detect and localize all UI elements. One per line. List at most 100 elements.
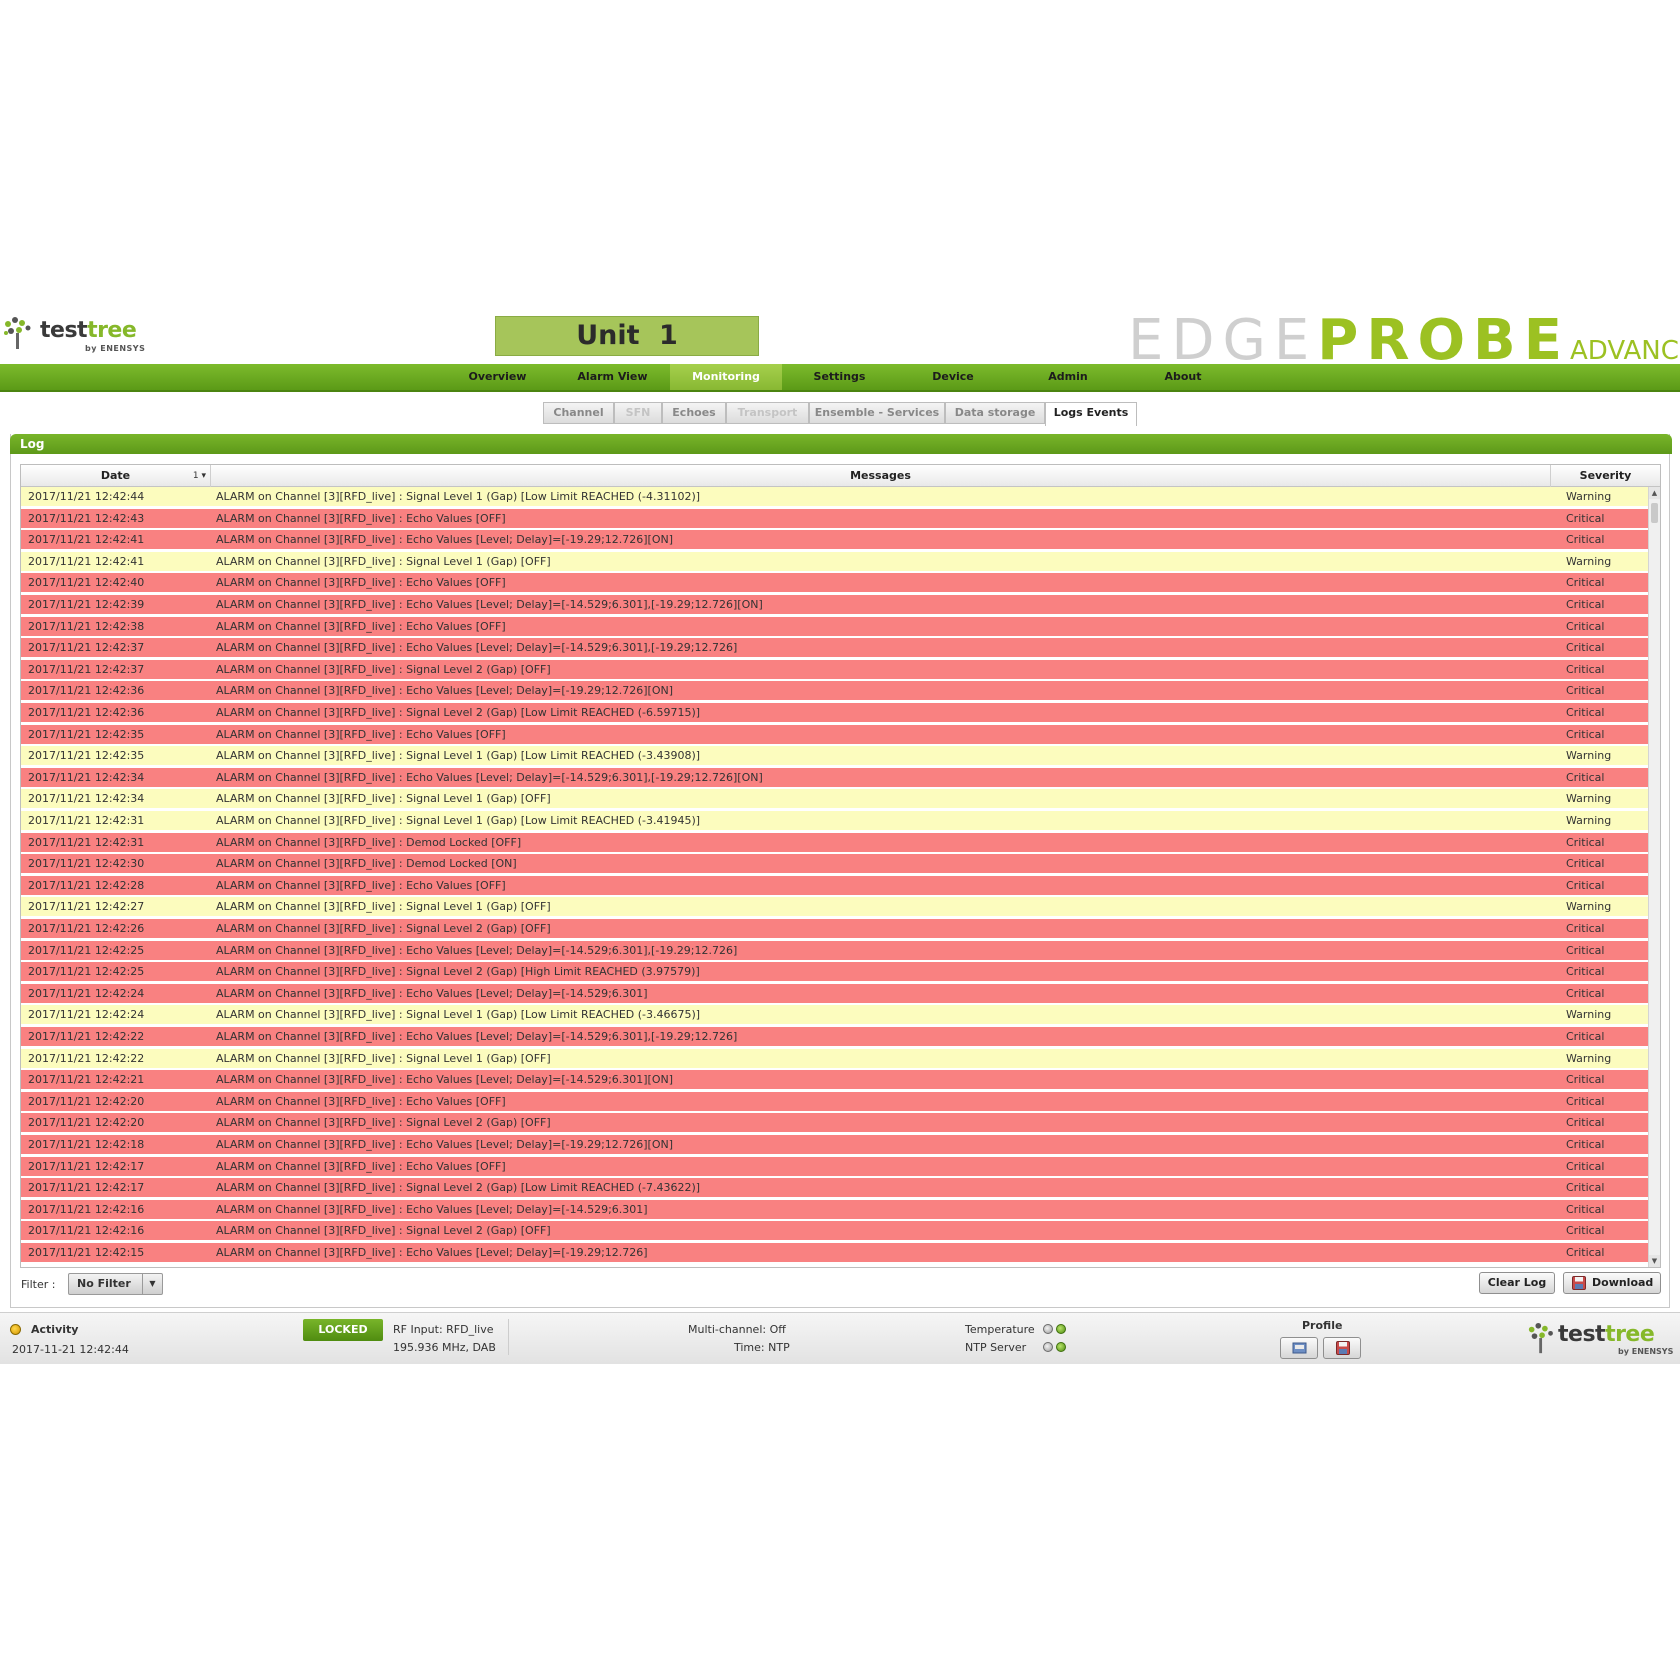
download-button[interactable]: Download: [1563, 1272, 1661, 1294]
table-row[interactable]: 2017/11/21 12:42:25 ALARM on Channel [3][…: [21, 962, 1648, 983]
row-severity: Warning: [1566, 814, 1612, 827]
row-severity: Critical: [1566, 511, 1605, 525]
load-profile-button[interactable]: [1280, 1337, 1318, 1359]
table-row[interactable]: 2017/11/21 12:42:30 ALARM on Channel [3][…: [21, 854, 1648, 875]
column-severity[interactable]: Severity: [1551, 465, 1660, 487]
table-row[interactable]: 2017/11/21 12:42:28 ALARM on Channel [3][…: [21, 875, 1648, 896]
table-row[interactable]: 2017/11/21 12:42:35 ALARM on Channel [3][…: [21, 724, 1648, 745]
scroll-up-icon[interactable]: ▲: [1649, 487, 1660, 499]
table-row[interactable]: 2017/11/21 12:42:22 ALARM on Channel [3][…: [21, 1027, 1648, 1047]
row-message: ALARM on Channel [3][RFD_live] : Echo Va…: [216, 986, 648, 1000]
table-row[interactable]: 2017/11/21 12:42:44 ALARM on Channel [3][…: [21, 487, 1648, 507]
nav-alarm-view[interactable]: Alarm View: [555, 364, 670, 390]
row-date: 2017/11/21 12:42:39: [28, 598, 145, 611]
table-row[interactable]: 2017/11/21 12:42:16 ALARM on Channel [3][…: [21, 1199, 1648, 1220]
ntp-led-icon: [1043, 1342, 1053, 1352]
clear-log-button[interactable]: Clear Log: [1479, 1272, 1555, 1294]
row-severity: Critical: [1566, 1202, 1605, 1216]
temperature-label: Temperature: [965, 1323, 1035, 1336]
nav-device[interactable]: Device: [897, 364, 1009, 390]
table-row[interactable]: 2017/11/21 12:42:37 ALARM on Channel [3][…: [21, 638, 1648, 659]
unit-title: Unit 1: [495, 316, 759, 356]
table-row[interactable]: 2017/11/21 12:42:21 ALARM on Channel [3][…: [21, 1070, 1648, 1091]
table-row[interactable]: 2017/11/21 12:42:26 ALARM on Channel [3][…: [21, 919, 1648, 939]
row-date: 2017/11/21 12:42:16: [28, 1202, 145, 1216]
table-row[interactable]: 2017/11/21 12:42:41 ALARM on Channel [3][…: [21, 551, 1648, 572]
scroll-down-icon[interactable]: ▼: [1649, 1255, 1660, 1267]
row-severity: Warning: [1566, 490, 1612, 503]
profile-label: Profile: [1302, 1319, 1343, 1332]
row-severity: Warning: [1566, 749, 1612, 763]
table-row[interactable]: 2017/11/21 12:42:36 ALARM on Channel [3][…: [21, 681, 1648, 702]
nav-about[interactable]: About: [1127, 364, 1239, 390]
table-row[interactable]: 2017/11/21 12:42:15 ALARM on Channel [3][…: [21, 1243, 1648, 1263]
floppy-disk-icon: [1336, 1341, 1350, 1355]
table-row[interactable]: 2017/11/21 12:42:35 ALARM on Channel [3][…: [21, 746, 1648, 767]
table-row[interactable]: 2017/11/21 12:42:34 ALARM on Channel [3][…: [21, 767, 1648, 788]
nav-monitoring[interactable]: Monitoring: [670, 364, 782, 390]
chevron-down-icon[interactable]: ▼: [142, 1274, 162, 1294]
row-severity: Warning: [1566, 554, 1612, 568]
table-row[interactable]: 2017/11/21 12:42:18 ALARM on Channel [3][…: [21, 1135, 1648, 1155]
nav-admin[interactable]: Admin: [1009, 364, 1127, 390]
multichannel-status: Multi-channel: Off: [688, 1323, 786, 1336]
logo-word-tree: tree: [1605, 1322, 1655, 1347]
table-row[interactable]: 2017/11/21 12:42:36 ALARM on Channel [3][…: [21, 703, 1648, 723]
table-row[interactable]: 2017/11/21 12:42:25 ALARM on Channel [3][…: [21, 940, 1648, 961]
tab-data-storage[interactable]: Data storage: [945, 402, 1045, 424]
column-date[interactable]: Date 1 ▾: [21, 465, 211, 487]
tab-ensemble-services[interactable]: Ensemble - Services: [809, 402, 945, 424]
row-date: 2017/11/21 12:42:25: [28, 943, 145, 957]
table-row[interactable]: 2017/11/21 12:42:34 ALARM on Channel [3][…: [21, 789, 1648, 810]
table-row[interactable]: 2017/11/21 12:42:20 ALARM on Channel [3][…: [21, 1091, 1648, 1112]
table-row[interactable]: 2017/11/21 12:42:20 ALARM on Channel [3][…: [21, 1113, 1648, 1134]
table-row[interactable]: 2017/11/21 12:42:41 ALARM on Channel [3][…: [21, 530, 1648, 551]
table-row[interactable]: 2017/11/21 12:42:24 ALARM on Channel [3][…: [21, 1005, 1648, 1026]
row-date: 2017/11/21 12:42:40: [28, 576, 145, 590]
log-scrollbar[interactable]: ▲ ▼: [1648, 487, 1660, 1267]
status-bar: Activity 2017-11-21 12:42:44 LOCKED RF I…: [0, 1312, 1680, 1364]
floppy-disk-icon: [1572, 1276, 1586, 1290]
tab-transport[interactable]: Transport: [726, 402, 809, 424]
filter-select[interactable]: No Filter ▼: [68, 1273, 163, 1295]
row-message: ALARM on Channel [3][RFD_live] : Signal …: [216, 792, 551, 806]
scroll-thumb[interactable]: [1651, 503, 1658, 523]
row-date: 2017/11/21 12:42:15: [28, 1246, 145, 1259]
row-date: 2017/11/21 12:42:16: [28, 1224, 145, 1238]
table-row[interactable]: 2017/11/21 12:42:38 ALARM on Channel [3][…: [21, 616, 1648, 637]
row-severity: Critical: [1566, 857, 1605, 871]
row-severity: Warning: [1566, 1008, 1612, 1022]
tab-logs-events[interactable]: Logs Events: [1045, 402, 1137, 426]
ntp-led-icon: [1056, 1342, 1066, 1352]
table-row[interactable]: 2017/11/21 12:42:40 ALARM on Channel [3][…: [21, 573, 1648, 594]
tab-sfn[interactable]: SFN: [614, 402, 662, 424]
table-row[interactable]: 2017/11/21 12:42:27 ALARM on Channel [3][…: [21, 897, 1648, 918]
row-date: 2017/11/21 12:42:41: [28, 554, 145, 568]
column-messages[interactable]: Messages: [211, 465, 1551, 487]
table-row[interactable]: 2017/11/21 12:42:31 ALARM on Channel [3][…: [21, 811, 1648, 831]
table-row[interactable]: 2017/11/21 12:42:17 ALARM on Channel [3][…: [21, 1156, 1648, 1177]
nav-settings[interactable]: Settings: [782, 364, 897, 390]
sort-desc-icon[interactable]: 1 ▾: [193, 465, 206, 487]
row-date: 2017/11/21 12:42:34: [28, 770, 145, 784]
table-row[interactable]: 2017/11/21 12:42:31 ALARM on Channel [3][…: [21, 832, 1648, 853]
row-date: 2017/11/21 12:42:37: [28, 662, 145, 676]
app-window: testtree by ENENSYS Unit 1 EDGEPROBEADVA…: [0, 308, 1680, 1364]
tab-channel[interactable]: Channel: [543, 402, 614, 424]
table-row[interactable]: 2017/11/21 12:42:37 ALARM on Channel [3][…: [21, 659, 1648, 680]
table-row[interactable]: 2017/11/21 12:42:43 ALARM on Channel [3][…: [21, 508, 1648, 529]
table-row[interactable]: 2017/11/21 12:42:39 ALARM on Channel [3][…: [21, 595, 1648, 615]
nav-overview[interactable]: Overview: [440, 364, 555, 390]
tree-logo-icon: [4, 317, 31, 349]
table-row[interactable]: 2017/11/21 12:42:22 ALARM on Channel [3][…: [21, 1048, 1648, 1069]
row-message: ALARM on Channel [3][RFD_live] : Signal …: [216, 814, 701, 827]
log-table: Date 1 ▾ Messages Severity 2017/11/21 12…: [20, 464, 1661, 1268]
save-profile-button[interactable]: [1323, 1337, 1361, 1359]
table-row[interactable]: 2017/11/21 12:42:16 ALARM on Channel [3][…: [21, 1221, 1648, 1242]
row-date: 2017/11/21 12:42:31: [28, 814, 145, 827]
table-row[interactable]: 2017/11/21 12:42:17 ALARM on Channel [3][…: [21, 1178, 1648, 1199]
row-severity: Critical: [1566, 1138, 1605, 1151]
tab-echoes[interactable]: Echoes: [662, 402, 726, 424]
row-date: 2017/11/21 12:42:22: [28, 1051, 145, 1065]
table-row[interactable]: 2017/11/21 12:42:24 ALARM on Channel [3][…: [21, 983, 1648, 1004]
